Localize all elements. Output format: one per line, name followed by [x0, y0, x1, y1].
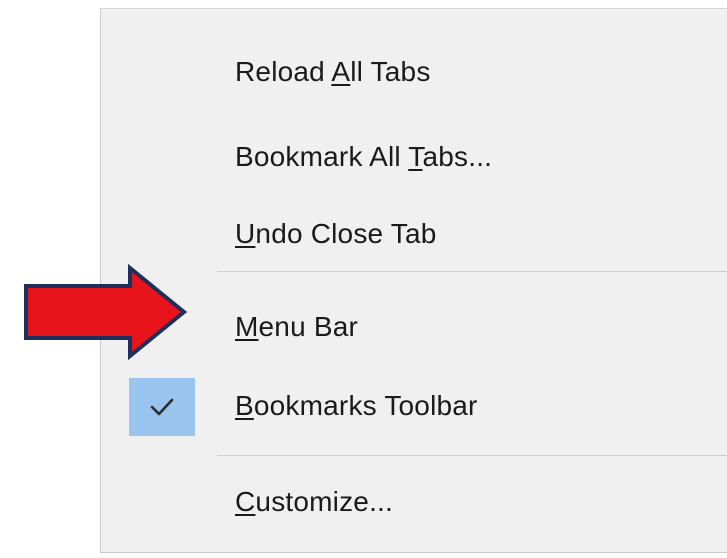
context-menu: Reload All Tabs Bookmark All Tabs... Und… [100, 8, 727, 553]
menu-item-label: Bookmarks Toolbar [235, 390, 478, 421]
menu-item-bookmark-all-tabs[interactable]: Bookmark All Tabs... [101, 128, 727, 186]
menu-item-customize[interactable]: Customize... [101, 473, 727, 531]
menu-separator [217, 455, 727, 456]
checkmark-highlight [129, 378, 195, 436]
red-arrow-icon [24, 264, 188, 360]
menu-separator [217, 271, 727, 272]
menu-item-label: Reload All Tabs [235, 56, 431, 87]
menu-item-undo-close-tab[interactable]: Undo Close Tab [101, 205, 727, 263]
menu-item-label: Menu Bar [235, 311, 358, 342]
menu-item-label: Customize... [235, 486, 394, 517]
menu-item-menu-bar[interactable]: Menu Bar [101, 298, 727, 356]
menu-item-bookmarks-toolbar[interactable]: Bookmarks Toolbar [101, 377, 727, 436]
menu-item-label: Bookmark All Tabs... [235, 141, 493, 172]
checkmark-icon [150, 398, 174, 416]
menu-item-label: Undo Close Tab [235, 218, 437, 249]
menu-item-reload-all-tabs[interactable]: Reload All Tabs [101, 43, 727, 101]
